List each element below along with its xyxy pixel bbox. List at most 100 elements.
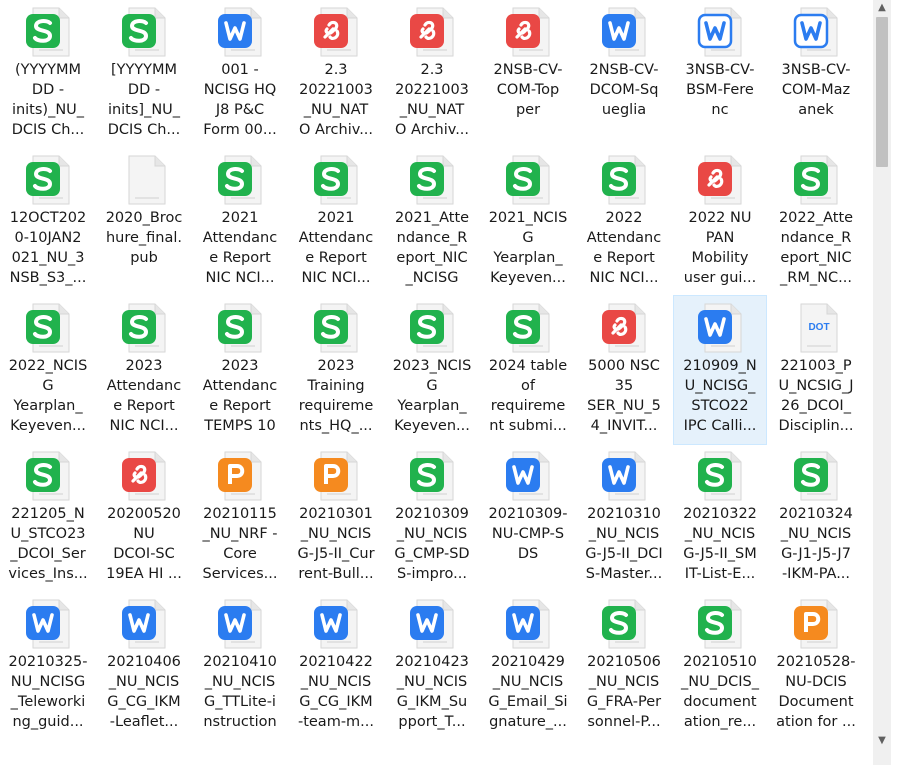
sheet-icon xyxy=(217,154,267,206)
sheet-icon xyxy=(505,154,555,206)
sheet-icon xyxy=(121,302,171,354)
file-item[interactable]: 2.3 20221003 _NU_NAT O Archiv... xyxy=(290,0,382,148)
file-item[interactable]: 2021 Attendanc e Report NIC NCI... xyxy=(290,148,382,296)
file-name-label: 2NSB-CV- COM-Top per xyxy=(493,62,563,118)
word-outline-icon xyxy=(697,6,747,58)
file-item[interactable]: 20210423 _NU_NCIS G_IKM_Su pport_T... xyxy=(386,592,478,740)
file-name-label: 2023_NCIS G Yearplan_ Keyeven... xyxy=(392,358,472,434)
file-item[interactable]: 2022 NU PAN Mobility user gui... xyxy=(674,148,766,296)
file-item[interactable]: 2023_NCIS G Yearplan_ Keyeven... xyxy=(386,296,478,444)
pdf-icon xyxy=(505,6,555,58)
file-name-label: 2.3 20221003 _NU_NAT O Archiv... xyxy=(394,62,470,138)
sheet-icon xyxy=(409,154,459,206)
sheet-icon xyxy=(313,302,363,354)
sheet-icon xyxy=(25,6,75,58)
file-item[interactable]: 20210528- NU-DCIS Document ation for ... xyxy=(770,592,862,740)
file-item[interactable]: [YYYYMM DD - inits]_NU_ DCIS Ch... xyxy=(98,0,190,148)
file-name-label: 001 - NCISG HQ J8 P&C Form 00... xyxy=(203,62,277,138)
file-name-label: 2021 Attendanc e Report NIC NCI... xyxy=(298,210,374,286)
file-item[interactable]: 2020_Broc hure_final. pub xyxy=(98,148,190,296)
file-item[interactable]: 2024 table of requireme nt submi... xyxy=(482,296,574,444)
file-name-label: 2022_Atte ndance_R eport_NIC _RM_NC... xyxy=(778,210,854,286)
file-item[interactable]: 20200520 NU DCOI-SC 19EA HI ... xyxy=(98,444,190,592)
file-item[interactable]: 2021 Attendanc e Report NIC NCI... xyxy=(194,148,286,296)
word-icon xyxy=(505,450,555,502)
file-name-label: 2024 table of requireme nt submi... xyxy=(488,358,568,434)
file-item[interactable]: (YYYYMM DD - inits)_NU_ DCIS Ch... xyxy=(2,0,94,148)
file-item[interactable]: 2023 Attendanc e Report TEMPS 10 xyxy=(194,296,286,444)
file-name-label: 20210429 _NU_NCIS G_Email_Si gnature_... xyxy=(488,654,568,730)
file-item[interactable]: 2NSB-CV- DCOM-Sq ueglia xyxy=(578,0,670,148)
sheet-icon xyxy=(217,302,267,354)
file-item[interactable]: 2022 Attendanc e Report NIC NCI... xyxy=(578,148,670,296)
file-name-label: 2022 NU PAN Mobility user gui... xyxy=(683,210,757,286)
file-item[interactable]: 210909_N U_NCISG_ STCO22 IPC Calli... xyxy=(673,295,767,445)
file-item[interactable]: 20210506 _NU_NCIS G_FRA-Per sonnel-P... xyxy=(578,592,670,740)
file-item[interactable]: 20210406 _NU_NCIS G_CG_IKM -Leaflet... xyxy=(98,592,190,740)
file-list-pane: (YYYYMM DD - inits)_NU_ DCIS Ch... [YYYYM… xyxy=(0,0,873,765)
sheet-icon xyxy=(313,154,363,206)
file-item[interactable]: 20210325- NU_NCISG _Teleworki ng_guid... xyxy=(2,592,94,740)
file-item[interactable]: 221205_N U_STCO23 _DCOI_Ser vices_Ins... xyxy=(2,444,94,592)
file-item[interactable]: 2021_NCIS G Yearplan_ Keyeven... xyxy=(482,148,574,296)
file-name-label: 20210310 _NU_NCIS G-J5-II_DCI S-Master..… xyxy=(585,506,663,582)
file-name-label: 20210301 _NU_NCIS G-J5-II_Cur rent-Bull.… xyxy=(297,506,375,582)
file-name-label: 20210423 _NU_NCIS G_IKM_Su pport_T... xyxy=(395,654,469,730)
file-item[interactable]: 20210310 _NU_NCIS G-J5-II_DCI S-Master..… xyxy=(578,444,670,592)
file-item[interactable]: 2021_Atte ndance_R eport_NIC _NCISG xyxy=(386,148,478,296)
file-item[interactable]: 3NSB-CV- BSM-Fere nc xyxy=(674,0,766,148)
word-outline-icon xyxy=(793,6,843,58)
file-name-label: 2022 Attendanc e Report NIC NCI... xyxy=(586,210,662,286)
word-icon xyxy=(217,598,267,650)
file-item[interactable]: 20210324 _NU_NCIS G-J1-J5-J7 -IKM-PA... xyxy=(770,444,862,592)
file-item[interactable]: 20210510 _NU_DCIS_ document ation_re... xyxy=(674,592,766,740)
file-name-label: 20210324 _NU_NCIS G-J1-J5-J7 -IKM-PA... xyxy=(779,506,853,582)
file-name-label: 2.3 20221003 _NU_NAT O Archiv... xyxy=(298,62,374,138)
pdf-icon xyxy=(697,154,747,206)
sheet-icon xyxy=(25,154,75,206)
sheet-icon xyxy=(697,598,747,650)
file-item[interactable]: 2.3 20221003 _NU_NAT O Archiv... xyxy=(386,0,478,148)
file-name-label: 20210406 _NU_NCIS G_CG_IKM -Leaflet... xyxy=(107,654,181,730)
file-name-label: 20210115 _NU_NRF - Core Services... xyxy=(202,506,278,582)
file-item[interactable]: 20210115 _NU_NRF - Core Services... xyxy=(194,444,286,592)
file-item[interactable]: 2022_Atte ndance_R eport_NIC _RM_NC... xyxy=(770,148,862,296)
ppt-icon xyxy=(217,450,267,502)
file-item[interactable]: 20210422 _NU_NCIS G_CG_IKM -team-m... xyxy=(290,592,382,740)
file-item[interactable]: 20210322 _NU_NCIS G-J5-II_SM IT-List-E..… xyxy=(674,444,766,592)
file-item[interactable]: 2NSB-CV- COM-Top per xyxy=(482,0,574,148)
file-name-label: [YYYYMM DD - inits]_NU_ DCIS Ch... xyxy=(107,62,181,138)
sheet-icon xyxy=(505,302,555,354)
file-item[interactable]: 001 - NCISG HQ J8 P&C Form 00... xyxy=(194,0,286,148)
vertical-scrollbar[interactable]: ▲ ▼ xyxy=(873,0,891,765)
file-name-label: 2020_Broc hure_final. pub xyxy=(105,210,183,266)
pdf-icon xyxy=(601,302,651,354)
scrollbar-thumb[interactable] xyxy=(876,17,888,167)
file-item[interactable]: 20210309 _NU_NCIS G_CMP-SD S-impro... xyxy=(386,444,478,592)
word-icon xyxy=(313,598,363,650)
file-item[interactable]: 20210309- NU-CMP-S DS xyxy=(482,444,574,592)
scroll-up-arrow[interactable]: ▲ xyxy=(873,0,891,16)
file-item[interactable]: 12OCT202 0-10JAN2 021_NU_3 NSB_S3_... xyxy=(2,148,94,296)
sheet-icon xyxy=(25,302,75,354)
file-name-label: 20210506 _NU_NCIS G_FRA-Per sonnel-P... xyxy=(586,654,662,730)
file-item[interactable]: 20210301 _NU_NCIS G-J5-II_Cur rent-Bull.… xyxy=(290,444,382,592)
scroll-down-arrow[interactable]: ▼ xyxy=(873,733,891,749)
file-item[interactable]: 20210429 _NU_NCIS G_Email_Si gnature_... xyxy=(482,592,574,740)
file-name-label: 221003_P U_NCSIG_J 26_DCOI_ Disciplin... xyxy=(778,358,854,434)
file-item[interactable]: 2023 Training requireme nts_HQ_... xyxy=(290,296,382,444)
svg-text:DOT: DOT xyxy=(808,322,829,333)
file-item[interactable]: DOT 221003_P U_NCSIG_J 26_DCOI_ Disciplin… xyxy=(770,296,862,444)
file-item[interactable]: 20210410 _NU_NCIS G_TTLite-i nstruction xyxy=(194,592,286,740)
file-item[interactable]: 5000 NSC 35 SER_NU_5 4_INVIT... xyxy=(578,296,670,444)
word-icon xyxy=(217,6,267,58)
ppt-icon xyxy=(313,450,363,502)
file-item[interactable]: 2023 Attendanc e Report NIC NCI... xyxy=(98,296,190,444)
sheet-icon xyxy=(601,598,651,650)
word-icon xyxy=(121,598,171,650)
file-item[interactable]: 2022_NCIS G Yearplan_ Keyeven... xyxy=(2,296,94,444)
sheet-icon xyxy=(121,6,171,58)
word-icon xyxy=(409,598,459,650)
file-name-label: 20210309 _NU_NCIS G_CMP-SD S-impro... xyxy=(394,506,470,582)
file-item[interactable]: 3NSB-CV- COM-Maz anek xyxy=(770,0,862,148)
